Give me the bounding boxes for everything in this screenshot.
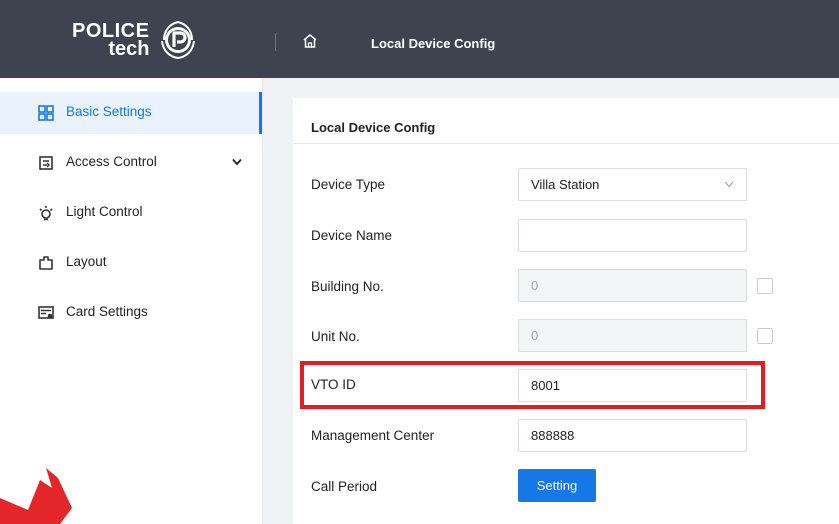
sidebar-item-basic-settings[interactable]: Basic Settings <box>0 92 262 134</box>
door-icon <box>39 156 53 170</box>
sidebar-item-label: Card Settings <box>66 304 148 319</box>
section-title: Local Device Config <box>311 120 436 135</box>
building-no-input[interactable]: 0 <box>518 269 747 302</box>
chevron-down-icon <box>724 181 734 188</box>
sidebar-item-label: Light Control <box>66 204 143 219</box>
sidebar-item-card-settings[interactable]: Card Settings <box>0 292 262 334</box>
unit-no-checkbox[interactable] <box>757 328 773 344</box>
top-header: POLICE tech Local Device Config <box>0 0 839 78</box>
management-center-input[interactable]: 888888 <box>518 419 747 452</box>
building-no-value: 0 <box>531 278 539 293</box>
device-type-value: Villa Station <box>531 177 600 192</box>
sidebar-item-access-control[interactable]: Access Control <box>0 142 262 184</box>
building-no-checkbox[interactable] <box>757 278 773 294</box>
breadcrumb-title: Local Device Config <box>371 36 496 51</box>
management-center-value: 888888 <box>531 428 575 443</box>
logo-emblem-icon <box>161 21 196 60</box>
unit-no-input[interactable]: 0 <box>518 319 747 352</box>
sidebar-item-label: Access Control <box>66 154 157 169</box>
layout-icon <box>39 256 53 270</box>
grid-icon <box>38 105 54 121</box>
unit-no-label: Unit No. <box>311 329 360 344</box>
sidebar-item-layout[interactable]: Layout <box>0 242 262 284</box>
device-type-label: Device Type <box>311 177 386 192</box>
red-highlight-box <box>300 361 765 409</box>
config-card <box>293 98 839 524</box>
card-icon <box>38 306 54 319</box>
sidebar-item-label: Basic Settings <box>66 104 152 119</box>
unit-no-value: 0 <box>531 328 539 343</box>
device-name-input[interactable] <box>518 219 747 252</box>
sidebar-item-light-control[interactable]: Light Control <box>0 192 262 234</box>
chevron-down-icon[interactable] <box>232 158 242 166</box>
header-divider <box>275 33 276 51</box>
home-icon[interactable] <box>302 33 318 49</box>
management-center-label: Management Center <box>311 428 435 443</box>
sidebar: Basic Settings Access Control Light Cont… <box>0 78 263 524</box>
device-name-label: Device Name <box>311 228 393 243</box>
building-no-label: Building No. <box>311 279 384 294</box>
logo-line-tech: tech <box>108 38 150 60</box>
section-divider <box>293 143 839 144</box>
device-type-select[interactable]: Villa Station <box>518 168 747 201</box>
bulb-icon <box>39 206 53 221</box>
call-period-label: Call Period <box>311 479 378 494</box>
setting-button[interactable]: Setting <box>518 469 596 502</box>
sidebar-item-label: Layout <box>66 254 107 269</box>
logo-wordmark: POLICE tech <box>72 21 150 60</box>
police-tech-logo[interactable]: POLICE tech <box>72 18 232 62</box>
red-annotation-shape <box>0 468 72 524</box>
